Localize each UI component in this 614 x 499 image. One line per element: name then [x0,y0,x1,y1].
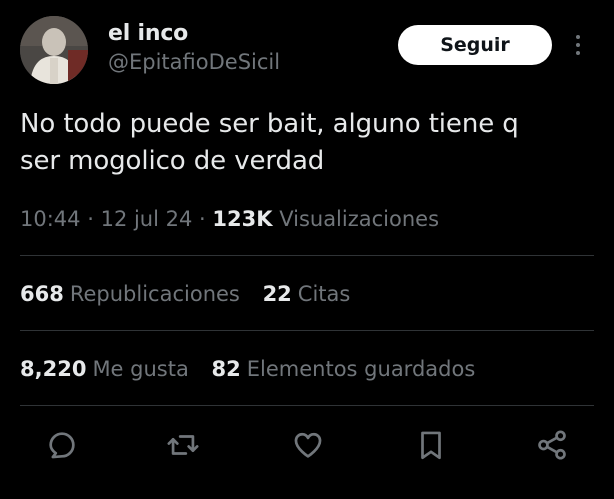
reposts-stat[interactable]: 668 Republicaciones [20,277,240,311]
bookmarks-label: Elementos guardados [246,357,476,381]
quotes-label: Citas [297,282,351,306]
views-count: 123K [212,207,273,231]
views-label: Visualizaciones [279,207,440,231]
meta-separator: · [87,207,101,231]
repost-stats-row: 668 Republicaciones 22 Citas [20,277,366,311]
reposts-count: 668 [20,282,64,306]
avatar[interactable] [20,16,88,84]
tweet-time[interactable]: 10:44 [20,207,81,231]
display-name[interactable]: el inco [108,20,280,48]
tweet-text-line: No todo puede ser bait, alguno tiene q [20,109,519,139]
more-vertical-icon[interactable] [566,30,590,60]
user-handle[interactable]: @EpitafioDeSicil [108,48,280,76]
reply-icon[interactable] [40,420,84,470]
quotes-stat[interactable]: 22 Citas [263,277,351,311]
reposts-label: Republicaciones [69,282,240,306]
more-dot [576,51,580,55]
follow-button[interactable]: Seguir [398,25,552,65]
bookmark-icon[interactable] [409,420,453,470]
meta-separator: · [199,207,213,231]
tweet-text: No todo puede ser bait, alguno tiene q s… [20,106,590,180]
divider [20,255,594,256]
divider [20,405,594,406]
likes-label: Me gusta [92,357,189,381]
author-names: el inco @EpitafioDeSicil [108,20,280,76]
like-stats-row: 8,220 Me gusta 82 Elementos guardados [20,352,491,386]
quotes-count: 22 [262,282,292,306]
more-dot [576,35,580,39]
likes-count: 8,220 [20,357,87,381]
tweet-text-line: ser mogolico de verdad [20,146,325,176]
tweet-meta: 10:44 · 12 jul 24 · 123K Visualizaciones [20,202,439,236]
action-bar [20,420,594,470]
share-icon[interactable] [530,420,574,470]
avatar-image [20,16,88,84]
more-dot [576,43,580,47]
repost-icon[interactable] [161,420,205,470]
bookmarks-count: 82 [211,357,241,381]
tweet-date[interactable]: 12 jul 24 [101,207,193,231]
bookmarks-stat[interactable]: 82 Elementos guardados [212,352,476,386]
like-icon[interactable] [286,420,330,470]
likes-stat[interactable]: 8,220 Me gusta [20,352,189,386]
tweet-header: el inco @EpitafioDeSicil Seguir [20,16,594,86]
divider [20,330,594,331]
